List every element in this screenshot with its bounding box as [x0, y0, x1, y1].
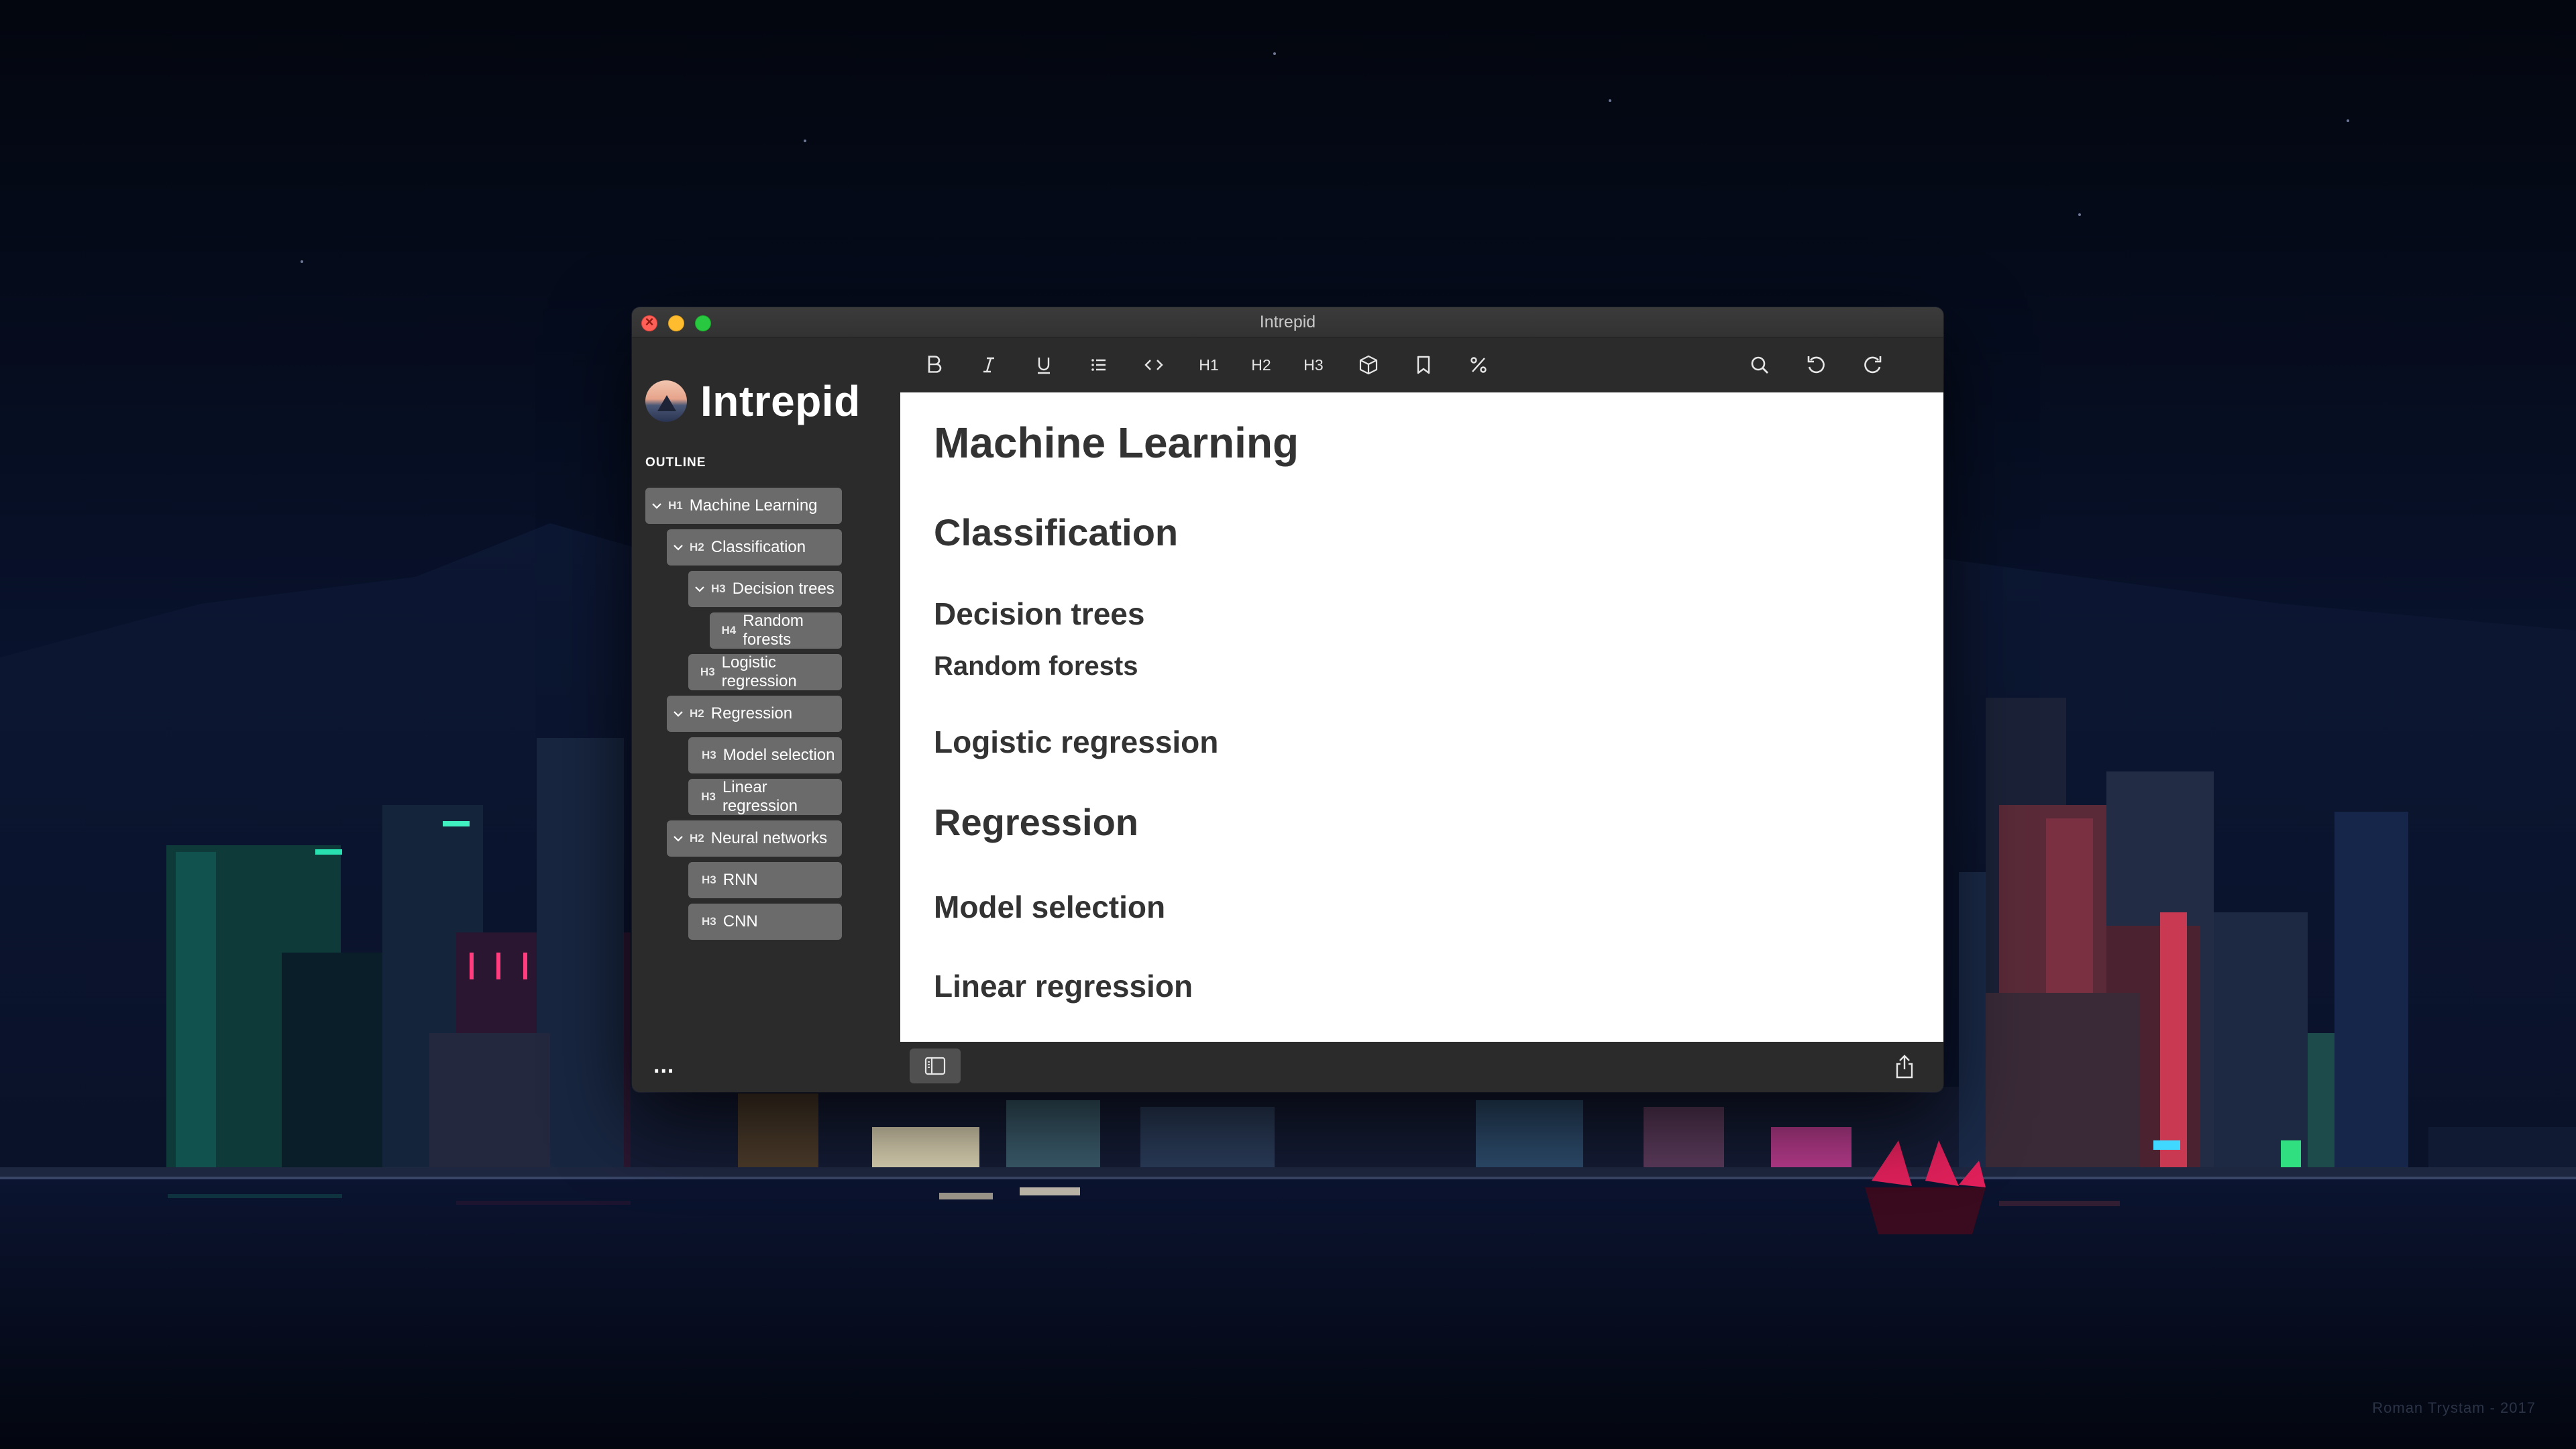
- outline-item-label: Random forests: [743, 612, 804, 649]
- chevron-down-icon[interactable]: [667, 541, 690, 553]
- chevron-down-icon[interactable]: [667, 708, 690, 720]
- app-name: Intrepid: [700, 377, 861, 425]
- outline-item-classification[interactable]: H2 Classification: [667, 529, 842, 566]
- outline-item-logistic-regression[interactable]: H3 Logistic regression: [688, 653, 842, 690]
- outline-item-label: Machine Learning: [689, 496, 818, 515]
- outline-level-badge: H3: [702, 749, 716, 761]
- outline-item-machine-learning[interactable]: H1 Machine Learning: [645, 488, 842, 524]
- bold-button[interactable]: [915, 347, 953, 383]
- bookmark-button[interactable]: [1405, 347, 1442, 383]
- bookmark-icon: [1417, 356, 1430, 374]
- bulleted-list-icon: [1091, 359, 1106, 371]
- heading-2-button[interactable]: H2: [1242, 347, 1280, 383]
- outline-item-label: RNN: [722, 871, 758, 889]
- doc-heading-regression[interactable]: Regression: [934, 800, 1138, 844]
- heading-3-button[interactable]: H3: [1295, 347, 1332, 383]
- chevron-down-icon[interactable]: [688, 583, 711, 595]
- share-button[interactable]: [1890, 1051, 1919, 1082]
- italic-button[interactable]: [970, 347, 1008, 383]
- outline-item-label: CNN: [722, 912, 758, 930]
- sidebar: Intrepid OUTLINE H1 Machine Learning H2 …: [632, 337, 900, 1092]
- outline-level-badge: H2: [690, 541, 704, 553]
- doc-heading-linear-regression[interactable]: Linear regression: [934, 968, 1193, 1004]
- brand: Intrepid: [645, 377, 861, 425]
- code-button[interactable]: [1135, 347, 1173, 383]
- insert-block-button[interactable]: [1350, 347, 1387, 383]
- outline-level-badge: H4: [721, 624, 737, 637]
- chevron-down-icon[interactable]: [645, 500, 668, 512]
- redo-button[interactable]: [1854, 347, 1892, 383]
- search-icon: [1751, 356, 1768, 374]
- sidebar-toggle-button[interactable]: [910, 1049, 961, 1083]
- outline-item-decision-trees[interactable]: H3 Decision trees: [688, 571, 842, 607]
- bottom-bar: [900, 1042, 1943, 1092]
- outline-item-model-selection[interactable]: H3 Model selection: [688, 737, 842, 773]
- outline-item-cnn[interactable]: H3 CNN: [688, 904, 842, 940]
- outline-level-badge: H3: [700, 665, 715, 678]
- percent-icon: [1470, 357, 1487, 373]
- outline-item-label: Logistic regression: [721, 653, 797, 690]
- doc-heading-logistic-regression[interactable]: Logistic regression: [934, 724, 1218, 760]
- outline-item-neural-networks[interactable]: H2 Neural networks: [667, 820, 842, 857]
- wallpaper-credit: Roman Trystam - 2017: [2372, 1399, 2536, 1416]
- outline-item-random-forests[interactable]: H4 Random forests: [710, 612, 842, 649]
- outline-item-label: Decision trees: [732, 580, 835, 598]
- outline-item-label: Neural networks: [710, 829, 828, 847]
- outline-item-label: Model selection: [722, 746, 835, 764]
- more-options-button[interactable]: ...: [653, 1053, 674, 1079]
- percent-button[interactable]: [1460, 347, 1497, 383]
- sidebar-toggle-icon: [924, 1057, 946, 1075]
- italic-icon: [983, 357, 994, 373]
- heading-1-button[interactable]: H1: [1190, 347, 1228, 383]
- doc-heading-classification[interactable]: Classification: [934, 511, 1178, 554]
- redo-icon: [1864, 356, 1882, 374]
- doc-heading-random-forests[interactable]: Random forests: [934, 651, 1138, 682]
- share-icon: [1896, 1055, 1913, 1079]
- cube-icon: [1359, 355, 1378, 375]
- window-title: Intrepid: [1259, 313, 1316, 331]
- outline-item-label: Linear regression: [722, 778, 798, 815]
- search-button[interactable]: [1741, 347, 1778, 383]
- underline-button[interactable]: [1025, 347, 1063, 383]
- outline-level-badge: H3: [702, 873, 716, 886]
- outline-item-label: Classification: [710, 538, 806, 556]
- app-window: Intrepid Intrepid OUTLINE H1 Machine Lea…: [632, 307, 1943, 1092]
- doc-heading-machine-learning[interactable]: Machine Learning: [934, 418, 1299, 468]
- document-editor[interactable]: Machine Learning Classification Decision…: [900, 392, 1943, 1042]
- outline-item-linear-regression[interactable]: H3 Linear regression: [688, 778, 842, 815]
- undo-button[interactable]: [1797, 347, 1835, 383]
- undo-icon: [1807, 356, 1825, 374]
- bulleted-list-button[interactable]: [1080, 347, 1118, 383]
- code-icon: [1144, 360, 1163, 370]
- app-logo-icon: [645, 380, 687, 422]
- bold-icon: [928, 356, 942, 373]
- doc-heading-model-selection[interactable]: Model selection: [934, 889, 1165, 925]
- outline-item-rnn[interactable]: H3 RNN: [688, 862, 842, 898]
- title-bar[interactable]: Intrepid: [632, 307, 1943, 337]
- formatting-toolbar: H1 H2 H3: [900, 337, 1943, 392]
- doc-heading-decision-trees[interactable]: Decision trees: [934, 596, 1144, 632]
- outline-level-badge: H1: [668, 499, 683, 512]
- underline-icon: [1038, 358, 1050, 374]
- outline-label: OUTLINE: [645, 455, 706, 470]
- chevron-down-icon[interactable]: [667, 833, 690, 845]
- outline-level-badge: H3: [711, 582, 726, 595]
- outline-level-badge: H3: [702, 915, 716, 928]
- outline-item-regression[interactable]: H2 Regression: [667, 696, 842, 732]
- outline-level-badge: H3: [701, 790, 716, 803]
- outline-item-label: Regression: [710, 704, 793, 722]
- outline-level-badge: H2: [690, 707, 704, 720]
- outline-level-badge: H2: [690, 832, 704, 845]
